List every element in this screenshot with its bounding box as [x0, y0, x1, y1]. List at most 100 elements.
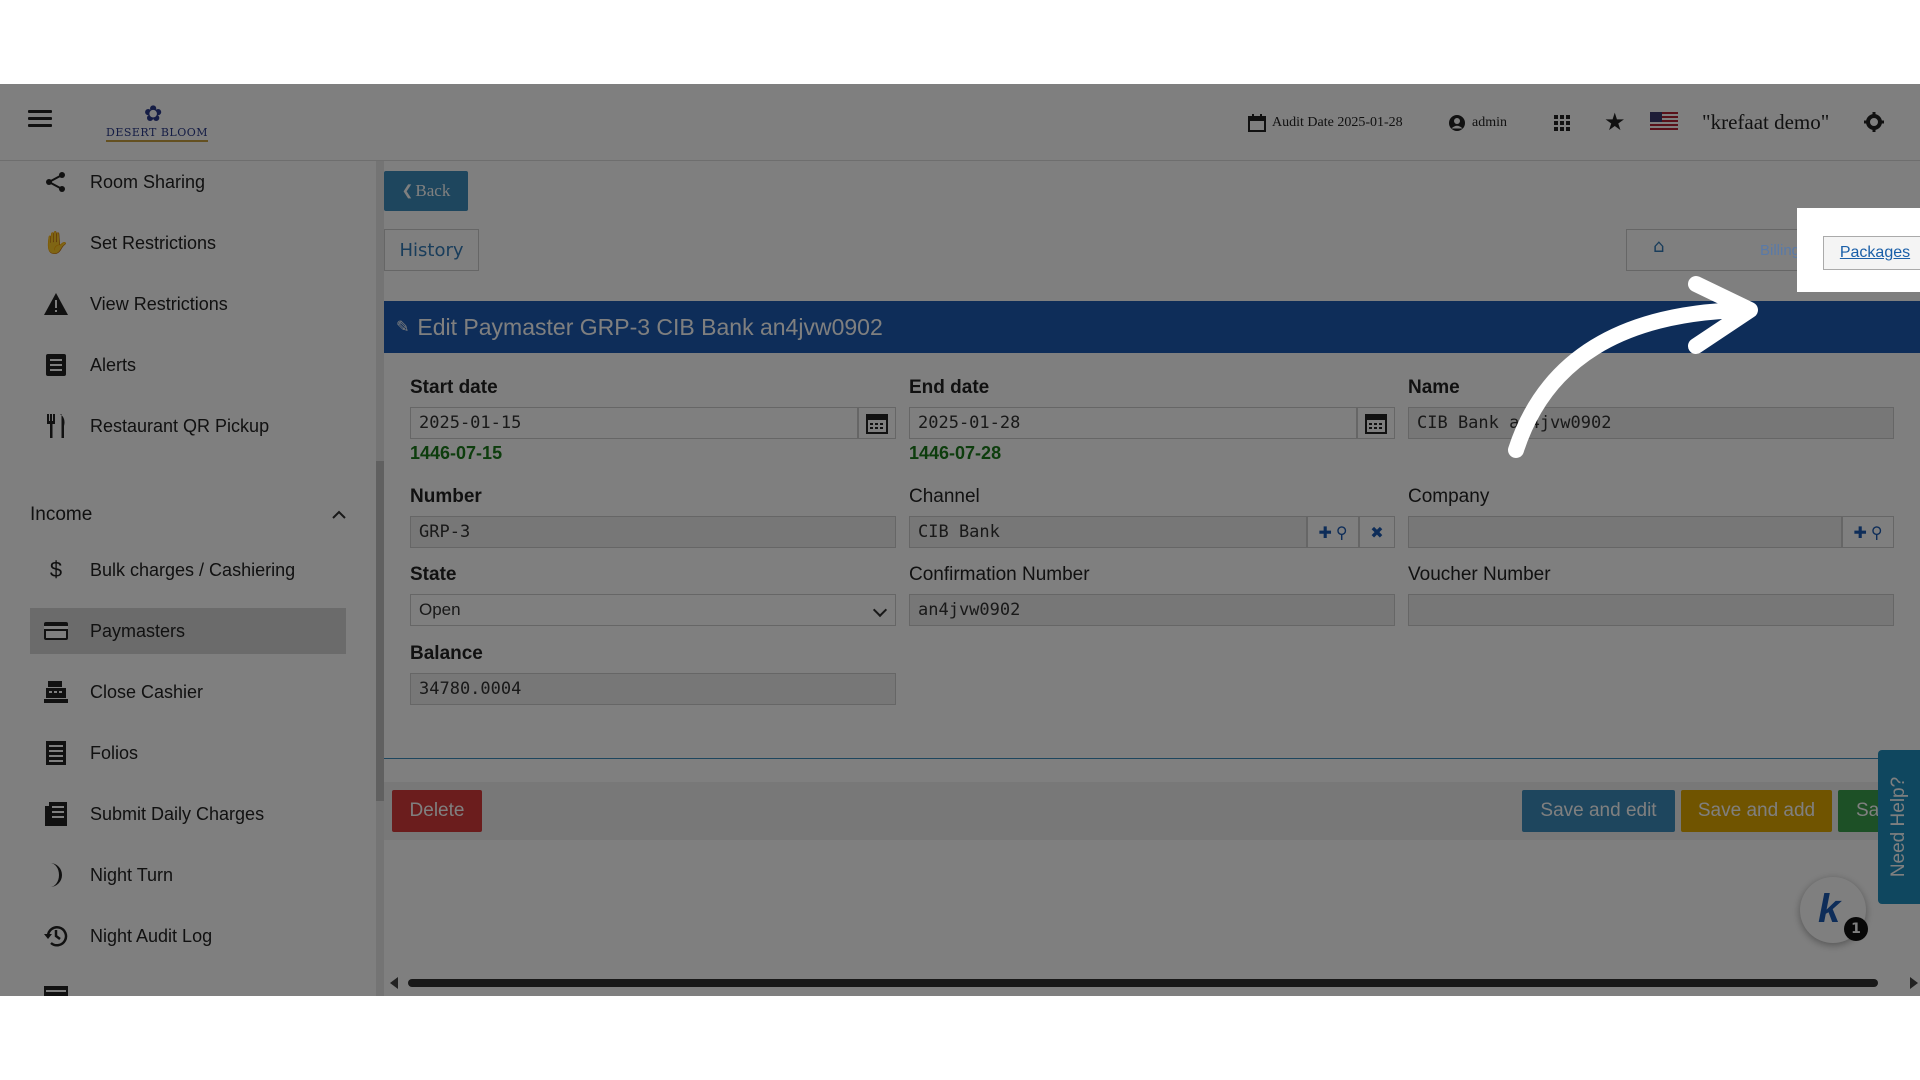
dollar-icon: $ — [49, 557, 63, 582]
utensils-icon — [38, 414, 74, 438]
logo[interactable]: ✿ DESERT BLOOM — [88, 104, 228, 144]
start-date-input[interactable]: 2025-01-15 — [410, 407, 858, 439]
sidebar-item-label: Set Restrictions — [90, 232, 217, 253]
tab-packages[interactable]: Packages — [1823, 236, 1920, 270]
sidebar-scrollbar[interactable] — [376, 161, 384, 996]
star-icon[interactable]: ★ — [1604, 108, 1626, 137]
k-logo-icon: k — [1818, 887, 1841, 931]
save-and-edit-button[interactable]: Save and edit — [1522, 790, 1675, 832]
sidebar-item-restaurant-qr-pickup[interactable]: Restaurant QR Pickup — [30, 403, 346, 449]
user-circle-icon — [1449, 115, 1465, 131]
credit-card-icon — [38, 622, 74, 640]
end-date-input[interactable]: 2025-01-28 — [909, 407, 1357, 439]
company-input[interactable] — [1408, 516, 1842, 548]
property-name[interactable]: "krefaat demo" — [1702, 110, 1829, 135]
apps-grid-icon[interactable] — [1554, 115, 1570, 131]
gear-icon[interactable] — [1864, 112, 1884, 132]
delete-button[interactable]: Delete — [392, 790, 482, 832]
search-icon: ⚲ — [1870, 522, 1883, 542]
number-label: Number — [410, 486, 482, 507]
assistant-launcher[interactable]: k 1 — [1800, 877, 1868, 943]
company-add-search-button[interactable]: ✚ ⚲ — [1842, 516, 1894, 548]
channel-label: Channel — [909, 486, 980, 507]
sidebar-item-close-cashier[interactable]: Close Cashier — [30, 669, 346, 715]
tab-billing[interactable]: Billing — [1760, 242, 1800, 259]
audit-date-text: Audit Date 2025-01-28 — [1272, 115, 1403, 130]
user-menu[interactable]: admin — [1448, 114, 1507, 132]
sidebar-section-income[interactable]: Income — [30, 497, 346, 533]
sidebar-item-label: Submit Daily Charges — [90, 803, 265, 824]
sidebar-item-room-sharing[interactable]: Room Sharing — [30, 161, 346, 205]
voucher-label: Voucher Number — [1408, 564, 1551, 585]
warning-icon — [38, 293, 74, 315]
end-date-label: End date — [909, 377, 990, 398]
start-date-hijri: 1446-07-15 — [410, 443, 503, 463]
state-value: Open — [419, 600, 461, 619]
calendar-icon — [1248, 114, 1266, 132]
confirmation-label: Confirmation Number — [909, 564, 1090, 585]
channel-input[interactable]: CIB Bank — [909, 516, 1307, 548]
sidebar-item-folios[interactable]: Folios — [30, 730, 346, 776]
sidebar-item-alerts[interactable]: Alerts — [30, 342, 346, 388]
chevron-left-icon: ❮ — [401, 183, 414, 199]
sidebar-item-partial[interactable] — [30, 974, 346, 996]
calendar-icon — [1365, 414, 1387, 434]
sidebar-item-night-turn[interactable]: Night Turn — [30, 852, 346, 898]
page-title: Edit Paymaster GRP-3 CIB Bank an4jvw0902 — [417, 313, 883, 340]
end-date-hijri: 1446-07-28 — [909, 443, 1002, 463]
state-label: State — [410, 564, 457, 585]
plus-icon: ✚ — [1318, 522, 1332, 542]
sidebar-item-label: Paymasters — [90, 620, 186, 641]
sidebar-item-bulk-charges[interactable]: $ Bulk charges / Cashiering — [30, 547, 346, 593]
start-date-calendar-button[interactable] — [858, 407, 896, 439]
confirmation-input[interactable]: an4jvw0902 — [909, 594, 1395, 626]
name-label: Name — [1408, 377, 1460, 398]
calendar-icon — [866, 414, 888, 434]
sidebar-item-label: Night Turn — [90, 864, 174, 885]
sidebar: Room Sharing ✋ Set Restrictions View Res… — [0, 161, 376, 996]
channel-add-search-button[interactable]: ✚ ⚲ — [1307, 516, 1359, 548]
folio-icon — [38, 741, 74, 765]
action-bar: Delete Save and edit Save and add Save — [384, 782, 1920, 840]
sidebar-item-night-audit-log[interactable]: Night Audit Log — [30, 913, 346, 959]
chevron-down-icon — [872, 602, 888, 618]
app-frame: ✿ DESERT BLOOM Audit Date 2025-01-28 adm… — [0, 84, 1920, 996]
channel-clear-button[interactable]: ✖ — [1359, 516, 1395, 548]
cash-register-icon — [38, 681, 74, 703]
close-icon: ✖ — [1370, 522, 1384, 542]
hamburger-icon[interactable] — [28, 110, 52, 128]
receipt-icon — [38, 802, 74, 826]
sidebar-item-label: Close Cashier — [90, 681, 204, 702]
sidebar-item-set-restrictions[interactable]: ✋ Set Restrictions — [30, 220, 346, 266]
top-bar: ✿ DESERT BLOOM Audit Date 2025-01-28 adm… — [0, 84, 1920, 161]
us-flag-icon[interactable] — [1650, 112, 1678, 132]
sidebar-item-label: Restaurant QR Pickup — [90, 415, 270, 436]
back-button[interactable]: ❮ Back — [384, 171, 468, 211]
logo-flower-icon: ✿ — [144, 102, 163, 127]
plus-icon: ✚ — [1853, 522, 1867, 542]
audit-date[interactable]: Audit Date 2025-01-28 — [1248, 114, 1403, 132]
horizontal-scrollbar[interactable] — [384, 974, 1920, 990]
notification-count-badge: 1 — [1844, 917, 1868, 941]
horizontal-scroll-thumb[interactable] — [408, 979, 1878, 987]
scroll-right-icon[interactable] — [1910, 977, 1918, 989]
state-select[interactable]: Open — [410, 594, 896, 626]
need-help-tab[interactable]: Need Help? — [1878, 750, 1920, 904]
voucher-input[interactable] — [1408, 594, 1894, 626]
tab-history[interactable]: History — [384, 229, 479, 271]
sidebar-item-paymasters[interactable]: Paymasters — [30, 608, 346, 654]
sidebar-item-label: Bulk charges / Cashiering — [90, 559, 296, 580]
logo-text: DESERT BLOOM — [106, 126, 209, 142]
scroll-left-icon[interactable] — [390, 977, 398, 989]
moon-icon — [38, 863, 74, 887]
save-and-add-button[interactable]: Save and add — [1681, 790, 1832, 832]
sidebar-scroll-thumb[interactable] — [376, 461, 384, 801]
end-date-calendar-button[interactable] — [1357, 407, 1395, 439]
sidebar-item-label: Folios — [90, 742, 139, 763]
sidebar-item-view-restrictions[interactable]: View Restrictions — [30, 281, 346, 327]
hand-icon: ✋ — [42, 230, 70, 255]
home-icon[interactable]: ⌂ — [1653, 236, 1664, 257]
sidebar-item-submit-daily-charges[interactable]: Submit Daily Charges — [30, 791, 346, 837]
balance-input[interactable]: 34780.0004 — [410, 673, 896, 705]
number-input[interactable]: GRP-3 — [410, 516, 896, 548]
